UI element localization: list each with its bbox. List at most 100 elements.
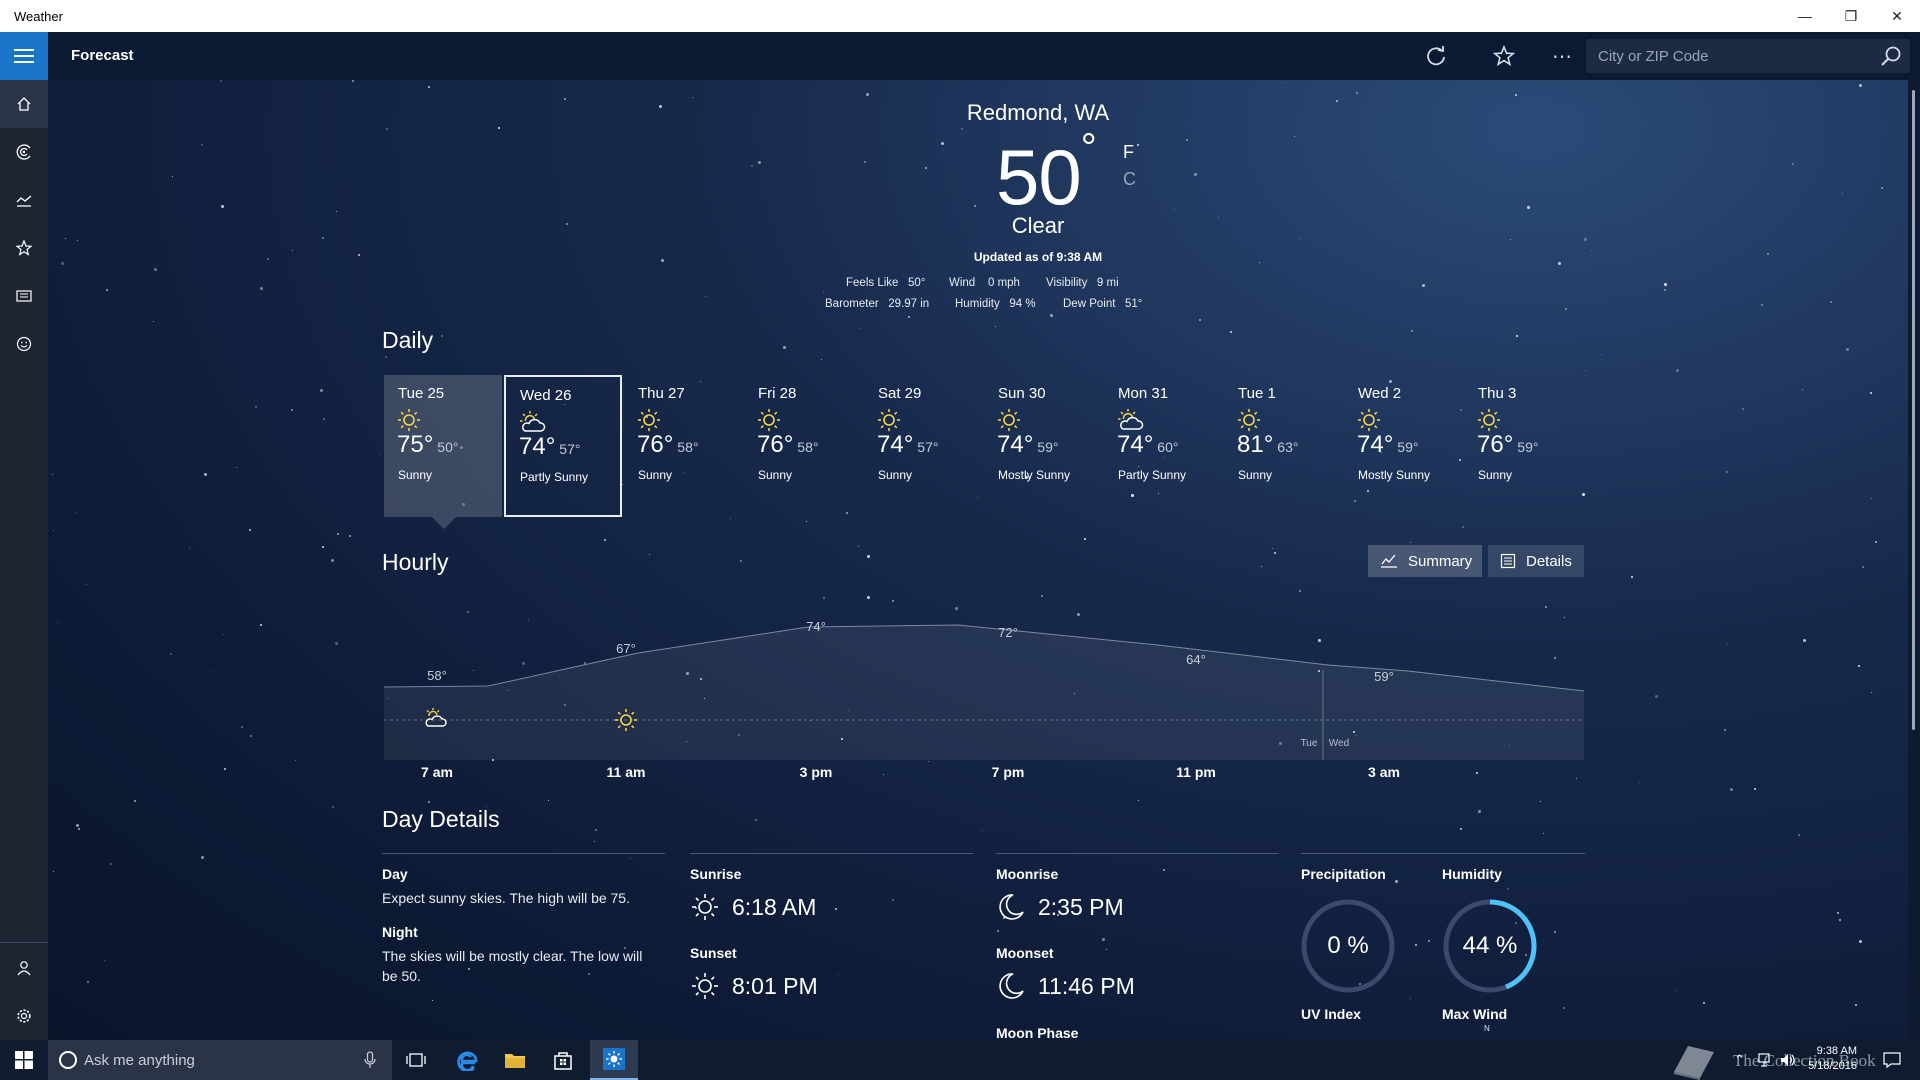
nav-settings[interactable] <box>0 992 48 1040</box>
minimize-button[interactable]: — <box>1782 0 1828 32</box>
more-icon: ⋯ <box>1552 45 1572 68</box>
tray-chevron-icon[interactable]: ⌃ <box>1734 1052 1745 1068</box>
day-condition: Partly Sunny <box>1118 468 1187 482</box>
nav-news[interactable] <box>0 272 48 320</box>
search-input[interactable] <box>1598 46 1858 66</box>
star-dot <box>982 830 983 831</box>
taskbar-clock[interactable]: 9:38 AM 5/18/2016 <box>1787 1044 1857 1074</box>
file-explorer-button[interactable] <box>491 1040 539 1080</box>
day-low: 59° <box>1517 439 1539 455</box>
star-dot <box>1102 938 1105 941</box>
daily-day-card[interactable]: Sat 29 74° 57° Sunny <box>864 375 982 517</box>
star-dot <box>260 624 262 626</box>
star-dot <box>170 653 172 655</box>
star-dot <box>1041 595 1043 597</box>
star-dot <box>961 128 963 130</box>
star-dot <box>584 662 586 664</box>
edge-button[interactable] <box>443 1040 491 1080</box>
star-dot <box>385 356 387 358</box>
star-dot <box>1218 217 1219 218</box>
daily-day-card[interactable]: Mon 31 74° 60° Partly Sunny <box>1104 375 1222 517</box>
star-dot <box>630 858 631 859</box>
star-dot <box>1540 801 1541 802</box>
star-dot <box>758 161 761 164</box>
cortana-placeholder: Ask me anything <box>84 1052 195 1069</box>
star-dot <box>1050 314 1053 317</box>
day-high: 76° 58° <box>757 431 819 458</box>
store-button[interactable] <box>539 1040 587 1080</box>
search-icon[interactable] <box>1880 45 1902 67</box>
daily-day-card[interactable]: Thu 27 76° 58° Sunny <box>624 375 742 517</box>
favorite-button[interactable] <box>1488 40 1520 72</box>
nav-places[interactable] <box>0 224 48 272</box>
star-dot <box>432 1000 433 1001</box>
task-view-button[interactable] <box>392 1040 440 1080</box>
star-dot <box>77 240 78 241</box>
nav-forecast[interactable] <box>0 80 48 128</box>
star-dot <box>1106 949 1107 950</box>
star-dot <box>249 529 251 531</box>
unit-fahrenheit[interactable]: F <box>1123 142 1134 163</box>
star-dot <box>1410 542 1411 543</box>
star-dot <box>864 161 866 163</box>
cortana-search-box[interactable]: Ask me anything <box>48 1040 392 1080</box>
star-dot <box>1862 566 1864 568</box>
daily-day-card[interactable]: Wed 26 74° 57° Partly Sunny <box>504 375 622 517</box>
nav-historical[interactable] <box>0 176 48 224</box>
star-dot <box>740 560 742 562</box>
nav-account[interactable] <box>0 944 48 992</box>
star-dot <box>201 856 204 859</box>
daily-day-card[interactable]: Fri 28 76° 58° Sunny <box>744 375 862 517</box>
star-dot <box>473 670 474 671</box>
star-dot <box>806 521 807 522</box>
daily-day-card[interactable]: Sun 30 74° 59° Mostly Sunny <box>984 375 1102 517</box>
star-dot <box>1356 735 1357 736</box>
star-dot <box>221 205 224 208</box>
star-dot <box>220 80 222 82</box>
star-dot <box>1730 788 1733 791</box>
hamburger-menu-button[interactable] <box>0 32 48 80</box>
summary-toggle-button[interactable]: Summary <box>1368 545 1482 577</box>
star-dot <box>1675 990 1676 991</box>
nav-feedback[interactable] <box>0 320 48 368</box>
star-dot <box>1565 308 1567 310</box>
hourly-time-label: 7 am <box>421 764 453 780</box>
store-bag-icon <box>554 1052 572 1070</box>
degree-symbol: ° <box>1080 126 1097 170</box>
microphone-icon[interactable] <box>364 1051 376 1069</box>
scrollbar-thumb[interactable] <box>1912 90 1915 730</box>
daily-day-card[interactable]: Tue 1 81° 63° Sunny <box>1224 375 1342 517</box>
daily-day-card[interactable]: Tue 25 75° 50° Sunny <box>384 375 502 529</box>
star-dot <box>331 559 334 562</box>
day-name: Thu 27 <box>638 385 685 402</box>
star-dot <box>189 548 190 549</box>
action-center-icon[interactable] <box>1883 1052 1901 1068</box>
refresh-button[interactable] <box>1420 40 1452 72</box>
star-dot <box>566 223 568 225</box>
network-icon[interactable] <box>1758 1053 1774 1067</box>
obs-wind: Wind 0 mph <box>949 277 1020 289</box>
scrollbar[interactable] <box>1908 80 1920 1040</box>
moonrise-label: Moonrise <box>996 866 1059 882</box>
star-dot <box>622 484 623 485</box>
details-toggle-button[interactable]: Details <box>1488 545 1584 577</box>
hourly-area <box>384 625 1584 760</box>
day-high: 76° 58° <box>637 431 699 458</box>
more-button[interactable]: ⋯ <box>1546 40 1578 72</box>
day-low: 59° <box>1037 439 1059 455</box>
close-button[interactable]: ✕ <box>1874 0 1920 32</box>
unit-celsius[interactable]: C <box>1123 169 1136 190</box>
night-text-line-2: be 50. <box>382 968 421 984</box>
star-dot <box>1830 301 1832 303</box>
star-dot <box>386 128 388 130</box>
nav-maps[interactable] <box>0 128 48 176</box>
start-button[interactable] <box>0 1040 48 1080</box>
star-dot <box>821 359 822 360</box>
weather-app-button[interactable] <box>590 1040 638 1080</box>
maximize-button[interactable]: ❐ <box>1828 0 1874 32</box>
daily-day-card[interactable]: Thu 3 76° 59° Sunny <box>1464 375 1582 517</box>
daily-heading: Daily <box>382 327 434 353</box>
star-dot <box>332 806 334 808</box>
daily-day-card[interactable]: Wed 2 74° 59° Mostly Sunny <box>1344 375 1462 517</box>
clock-time: 9:38 AM <box>1816 1045 1857 1057</box>
